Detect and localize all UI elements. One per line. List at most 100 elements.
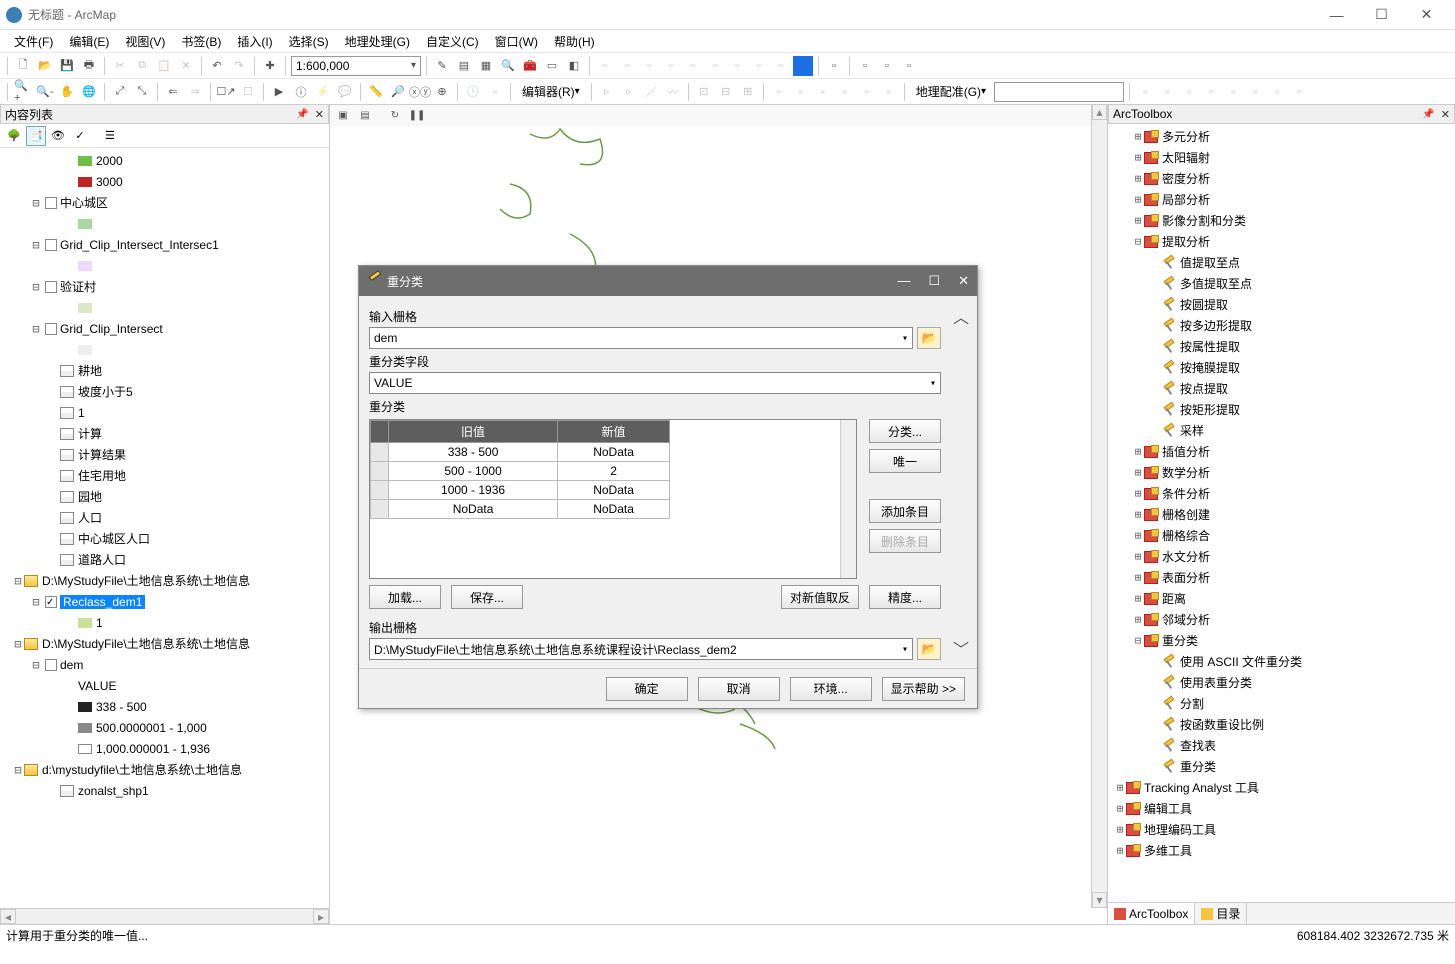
arctoolbox-tree[interactable]: ⊞多元分析⊞太阳辐射⊞密度分析⊞局部分析⊞影像分割和分类⊟提取分析值提取至点多值… xyxy=(1108,124,1455,902)
zoom-out-icon[interactable]: 🔍- xyxy=(35,82,55,102)
toc-row[interactable]: 人口 xyxy=(2,507,327,528)
atb-row[interactable]: 按矩形提取 xyxy=(1110,399,1453,420)
add-entry-button[interactable]: 添加条目 xyxy=(869,499,941,523)
toc-row[interactable] xyxy=(2,339,327,360)
atb-row[interactable]: 使用 ASCII 文件重分类 xyxy=(1110,651,1453,672)
minimize-button[interactable]: — xyxy=(1314,1,1359,29)
atb-row[interactable]: 按点提取 xyxy=(1110,378,1453,399)
atb-row[interactable]: ⊞栅格综合 xyxy=(1110,525,1453,546)
toc-row[interactable]: ⊟D:\MyStudyFile\土地信息系统\土地信息 xyxy=(2,570,327,591)
toc-row[interactable]: zonalst_shp1 xyxy=(2,780,327,801)
toc-row[interactable]: VALUE xyxy=(2,675,327,696)
atb-row[interactable]: ⊟重分类 xyxy=(1110,630,1453,651)
atb-row[interactable]: ⊞距离 xyxy=(1110,588,1453,609)
menu-geoprocessing[interactable]: 地理处理(G) xyxy=(337,31,418,52)
tb-d[interactable]: ▫ xyxy=(661,56,681,76)
atb-row[interactable]: ⊞地理编码工具 xyxy=(1110,819,1453,840)
menu-help[interactable]: 帮助(H) xyxy=(546,31,603,52)
select-features-icon[interactable]: ☐↗ xyxy=(216,82,236,102)
tb-h[interactable]: ▫ xyxy=(749,56,769,76)
atb-row[interactable]: 按圆提取 xyxy=(1110,294,1453,315)
atb-row[interactable]: 按掩膜提取 xyxy=(1110,357,1453,378)
dlg-minimize-icon[interactable]: — xyxy=(897,273,910,289)
tb-a[interactable]: ▫ xyxy=(595,56,615,76)
toc-row[interactable]: 坡度小于5 xyxy=(2,381,327,402)
dlg-scroll-up-icon[interactable]: ︿ xyxy=(953,304,969,328)
arctoolbox-icon[interactable]: 🧰 xyxy=(520,56,540,76)
tab-arctoolbox[interactable]: ArcToolbox xyxy=(1108,903,1195,924)
toc-row[interactable]: ⊟D:\MyStudyFile\土地信息系统\土地信息 xyxy=(2,633,327,654)
reverse-button[interactable]: 对新值取反 xyxy=(781,585,859,609)
atb-row[interactable]: 查找表 xyxy=(1110,735,1453,756)
toc-options-icon[interactable]: ☰ xyxy=(100,126,120,146)
dlg-scroll-down-icon[interactable]: ﹀ xyxy=(953,636,969,660)
atb-row[interactable]: ⊞编辑工具 xyxy=(1110,798,1453,819)
reclass-field-combo[interactable]: VALUE xyxy=(369,372,941,394)
toc-row[interactable]: ⊟验证村 xyxy=(2,276,327,297)
map-vertical-scrollbar[interactable]: ▴▾ xyxy=(1091,104,1107,908)
atb-row[interactable]: ⊞多维工具 xyxy=(1110,840,1453,861)
catalog-icon[interactable]: ▦ xyxy=(476,56,496,76)
search-icon[interactable]: 🔍 xyxy=(498,56,518,76)
input-raster-combo[interactable]: dem xyxy=(369,327,913,349)
zoom-in-icon[interactable]: 🔍+ xyxy=(13,82,33,102)
atb-row[interactable]: 多值提取至点 xyxy=(1110,273,1453,294)
menu-insert[interactable]: 插入(I) xyxy=(229,31,280,52)
add-data-icon[interactable]: ✚ xyxy=(260,56,280,76)
fixed-zoom-in-icon[interactable]: ⤢ xyxy=(110,82,130,102)
viewer-window-icon[interactable]: ▫ xyxy=(485,82,505,102)
atb-row[interactable]: 按属性提取 xyxy=(1110,336,1453,357)
editor-toolbar-icon[interactable]: ✎ xyxy=(432,56,452,76)
toc-row[interactable]: 住宅用地 xyxy=(2,465,327,486)
atb-row[interactable]: ⊞栅格创建 xyxy=(1110,504,1453,525)
print-icon[interactable]: 🖶 xyxy=(79,56,99,76)
identify-icon[interactable]: ⓘ xyxy=(291,82,311,102)
tab-catalog[interactable]: 目录 xyxy=(1195,903,1247,924)
tb-i[interactable]: ▫ xyxy=(771,56,791,76)
atb-row[interactable]: ⊞表面分析 xyxy=(1110,567,1453,588)
tb-k[interactable]: ▫ xyxy=(855,56,875,76)
atb-row[interactable]: 重分类 xyxy=(1110,756,1453,777)
georef-layer-combo[interactable] xyxy=(994,82,1124,102)
toc-row[interactable]: 耕地 xyxy=(2,360,327,381)
close-button[interactable]: ✕ xyxy=(1404,1,1449,29)
find-icon[interactable]: 🔎 xyxy=(388,82,408,102)
tb-b[interactable]: ▫ xyxy=(617,56,637,76)
toc-row[interactable]: ⊟Grid_Clip_Intersect_Intersec1 xyxy=(2,234,327,255)
save-remap-button[interactable]: 保存... xyxy=(451,585,523,609)
atb-row[interactable]: 值提取至点 xyxy=(1110,252,1453,273)
atb-row[interactable]: 采样 xyxy=(1110,420,1453,441)
clear-selection-icon[interactable]: ☐ xyxy=(238,82,258,102)
full-extent-icon[interactable]: 🌐 xyxy=(79,82,99,102)
redo-icon[interactable]: ↷ xyxy=(229,56,249,76)
atb-row[interactable]: 按函数重设比例 xyxy=(1110,714,1453,735)
delete-icon[interactable]: ✕ xyxy=(176,56,196,76)
atb-row[interactable]: ⊞太阳辐射 xyxy=(1110,147,1453,168)
list-by-visibility-icon[interactable]: 👁 xyxy=(48,126,68,146)
go-to-xy-icon[interactable]: ⊕ xyxy=(432,82,452,102)
time-slider-icon[interactable]: 🕓 xyxy=(463,82,483,102)
toc-row[interactable]: 中心城区人口 xyxy=(2,528,327,549)
tb-f[interactable]: ▫ xyxy=(705,56,725,76)
fixed-zoom-out-icon[interactable]: ⤡ xyxy=(132,82,152,102)
list-by-selection-icon[interactable]: ✓ xyxy=(70,126,90,146)
undo-icon[interactable]: ↶ xyxy=(207,56,227,76)
toc-icon[interactable]: ▤ xyxy=(454,56,474,76)
toc-row[interactable]: ⊟Grid_Clip_Intersect xyxy=(2,318,327,339)
open-icon[interactable]: 📂 xyxy=(35,56,55,76)
html-popup-icon[interactable]: 💬 xyxy=(335,82,355,102)
reclass-table[interactable]: 旧值 新值 338 - 500NoData500 - 100021000 - 1… xyxy=(370,420,670,519)
menu-bookmarks[interactable]: 书签(B) xyxy=(173,31,229,52)
toc-row[interactable]: 2000 xyxy=(2,150,327,171)
toc-row[interactable]: ⊟Reclass_dem1 xyxy=(2,591,327,612)
measure-icon[interactable]: 📏 xyxy=(366,82,386,102)
show-help-button[interactable]: 显示帮助 >> xyxy=(882,677,965,701)
forward-icon[interactable]: ⇒ xyxy=(185,82,205,102)
atb-row[interactable]: ⊟提取分析 xyxy=(1110,231,1453,252)
atb-row[interactable]: 按多边形提取 xyxy=(1110,315,1453,336)
toc-row[interactable]: 1,000.000001 - 1,936 xyxy=(2,738,327,759)
dialog-titlebar[interactable]: 重分类 — ☐ ✕ xyxy=(359,266,977,296)
tb-c[interactable]: ▫ xyxy=(639,56,659,76)
browse-input-raster-button[interactable]: 📂 xyxy=(917,327,941,349)
atb-close-icon[interactable]: ✕ xyxy=(1441,108,1450,121)
